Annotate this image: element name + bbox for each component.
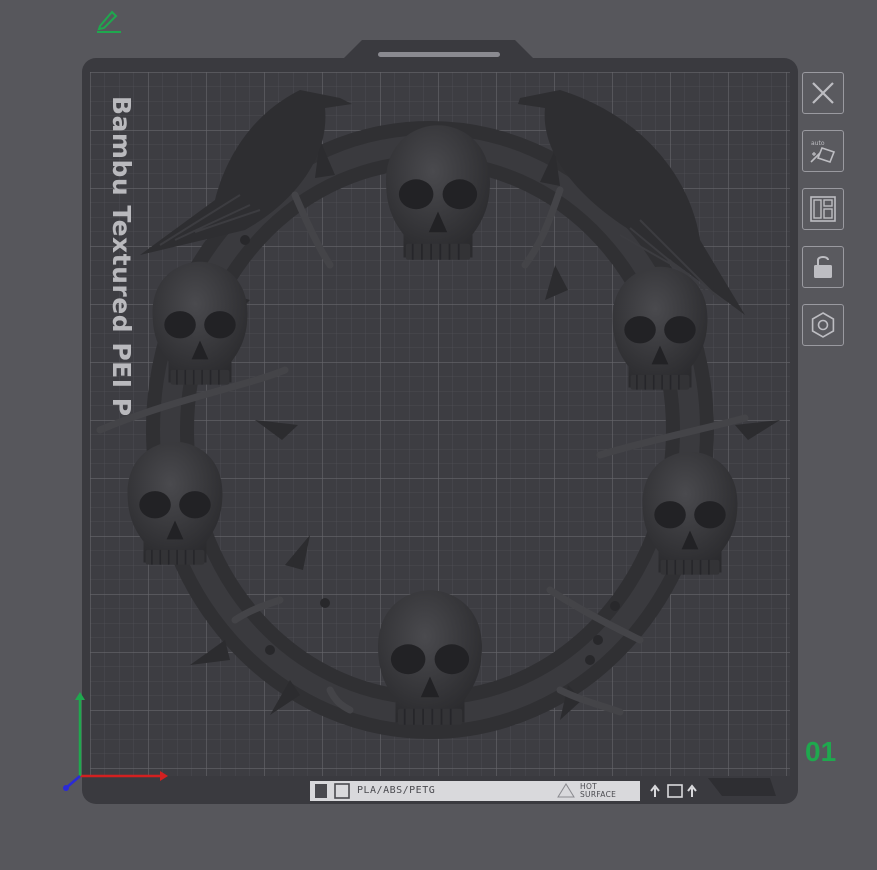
plate-settings-button[interactable] (802, 304, 844, 346)
lock-icon (814, 256, 832, 278)
settings-icon (811, 312, 835, 338)
hot-surface-line2: SURFACE (580, 790, 617, 799)
auto-orient-icon: auto (810, 140, 836, 163)
plate-number: 01 (805, 736, 837, 767)
hot-surface-text: HOT SURFACE (580, 783, 616, 799)
arrange-icon (810, 196, 836, 222)
filament-compat-text: PLA/ABS/PETG (357, 785, 436, 796)
auto-orient-button[interactable]: auto (802, 130, 844, 172)
svg-text:auto: auto (811, 140, 825, 147)
close-icon (812, 82, 834, 104)
close-plate-button[interactable] (802, 72, 844, 114)
plate-toolbar: auto (802, 72, 846, 362)
arrange-button[interactable] (802, 188, 844, 230)
lock-plate-button[interactable] (802, 246, 844, 288)
plate-type-label: Bambu Textured PEI P (107, 96, 136, 417)
